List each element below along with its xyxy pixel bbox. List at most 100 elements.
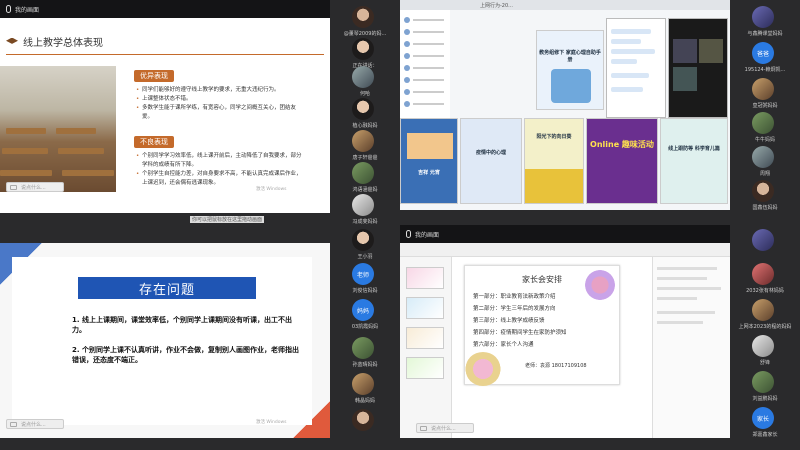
participant[interactable]: 舒锋 xyxy=(734,333,796,367)
participant[interactable]: 何哈 xyxy=(334,64,396,98)
participant[interactable]: 王小羽 xyxy=(334,227,396,261)
participant[interactable]: 2032张有林妈妈 xyxy=(734,261,796,295)
participant[interactable]: 老师 刘俊信妈妈 xyxy=(334,261,396,295)
camera-icon xyxy=(420,426,427,431)
poster: 教务组修下 家庭心理自助手册 xyxy=(536,30,604,110)
browser-tab[interactable]: 上网行为-20... xyxy=(400,0,730,10)
video-tile-top-right[interactable]: 上网行为-20... 教务组修下 家庭心理自助手册 吉祥 元宵 疫情中的心理 阳… xyxy=(400,0,800,225)
participant[interactable]: 韩晶妈妈 xyxy=(334,371,396,405)
avatar xyxy=(752,299,774,321)
slide-thumbnail[interactable] xyxy=(406,357,444,379)
participant[interactable] xyxy=(334,407,396,441)
participant[interactable]: 与鑫腾课堂妈妈 xyxy=(734,4,796,38)
chat-input[interactable]: 说点什么... xyxy=(6,419,64,429)
slide-thumbnail[interactable] xyxy=(406,327,444,349)
avatar xyxy=(752,112,774,134)
mic-icon xyxy=(6,5,11,13)
classroom-image xyxy=(0,66,116,192)
poster: 吉祥 元宵 xyxy=(400,118,458,204)
avatar xyxy=(352,6,374,28)
tile-header: 我的画面 xyxy=(400,225,730,243)
shared-slide: 线上教学总体表现 优异表现 同学们能够好的遵守线上教学的要求，无重大违纪行为。 … xyxy=(0,18,330,213)
avatar xyxy=(752,6,774,28)
chat-window xyxy=(606,18,666,118)
chat-input[interactable]: 说点什么... xyxy=(6,182,64,192)
poster: 阳光下的向日葵 xyxy=(524,118,584,204)
participant[interactable]: 家长 郑嘉鑫家长 xyxy=(734,405,796,439)
avatar xyxy=(752,335,774,357)
participant[interactable]: 孙蓝晴妈妈 xyxy=(334,335,396,369)
document-title: 家长会安排 xyxy=(522,275,562,284)
good-list: 同学们能够好的遵守线上教学的要求，无重大违纪行为。 上课整体状态不错。 多数学生… xyxy=(136,86,306,122)
editor-toolbar[interactable] xyxy=(400,243,730,257)
poster: Online 趣味活动 xyxy=(586,118,658,204)
shared-slide: 存在问题 1. 线上上课期间，课堂效率低，个别同学上课期间没有听课，出工不出力。… xyxy=(0,243,330,438)
chat-input[interactable]: 说点什么... xyxy=(416,423,474,433)
avatar xyxy=(752,263,774,285)
bad-label: 不良表现 xyxy=(134,136,174,148)
avatar xyxy=(752,146,774,168)
participant-list: 2032张有林妈妈 上网本2023的程的妈妈 舒锋 刘益鹏妈妈 家长 郑嘉鑫家长 xyxy=(730,225,800,450)
participant-list: 与鑫腾课堂妈妈 爸爸 195124-赖炯凯... 皇冠粥妈妈 牛牛妈妈 周翔 国鑫… xyxy=(730,0,800,225)
participant[interactable]: 妈妈 03凯霞妈妈 xyxy=(334,297,396,331)
participant[interactable]: 上网本2023的程的妈妈 xyxy=(734,297,796,331)
slide-thumbnail[interactable] xyxy=(406,267,444,289)
mic-icon xyxy=(406,230,411,238)
shared-screen: 上网行为-20... 教务组修下 家庭心理自助手册 吉祥 元宵 疫情中的心理 阳… xyxy=(400,0,730,210)
avatar xyxy=(352,337,374,359)
avatar xyxy=(352,162,374,184)
participant[interactable]: 皇冠粥妈妈 xyxy=(734,76,796,110)
avatar xyxy=(352,66,374,88)
slide-content: 存在问题 1. 线上上课期间，课堂效率低，个别同学上课期间没有听课，出工不出力。… xyxy=(12,257,312,425)
video-tile-top-left[interactable]: 我的画面 线上教学总体表现 优异表现 同学们能够好的遵守线上教学的要求，无重大违… xyxy=(0,0,400,225)
issue-item: 1. 线上上课期间，课堂效率低，个别同学上课期间没有听课，出工不出力。 xyxy=(72,316,292,334)
participant[interactable]: 国鑫伍妈妈 xyxy=(734,178,796,212)
slide-thumbnails xyxy=(400,257,452,438)
participant[interactable]: 牛牛妈妈 xyxy=(734,110,796,144)
shared-document: 家长会安排 第一部分：职业教育法新政策介绍 第二部分：学生三年后的发展方向 第三… xyxy=(400,243,730,438)
avatar xyxy=(752,78,774,100)
camera-icon xyxy=(10,185,17,190)
participant[interactable]: 唐子轩爸爸 xyxy=(334,128,396,162)
avatar xyxy=(352,130,374,152)
participant[interactable] xyxy=(734,227,796,261)
bad-list: 个别同学学习效率低，线上课开前后，主动降低了自我要求，部分学科的成绩有所下降。 … xyxy=(136,152,306,188)
avatar xyxy=(352,194,374,216)
avatar: 老师 xyxy=(352,263,374,285)
participant-list: 王小羽 老师 刘俊信妈妈 妈妈 03凯霞妈妈 孙蓝晴妈妈 韩晶妈妈 xyxy=(330,225,400,450)
avatar xyxy=(752,180,774,202)
participant[interactable]: 周翔 xyxy=(734,144,796,178)
avatar xyxy=(352,38,374,60)
graduation-cap-icon xyxy=(6,37,18,44)
watermark: 激活 Windows xyxy=(256,187,287,192)
divider xyxy=(6,54,324,55)
avatar: 家长 xyxy=(752,407,774,429)
tile-header: 我的画面 xyxy=(0,0,330,18)
avatar xyxy=(352,409,374,431)
camera-icon xyxy=(10,422,17,427)
side-panel xyxy=(652,257,730,438)
avatar xyxy=(752,371,774,393)
slide-thumbnail[interactable] xyxy=(406,297,444,319)
participant[interactable]: 鸿语涵爸妈 xyxy=(334,160,396,194)
video-tile-bottom-left[interactable]: 存在问题 1. 线上上课期间，课堂效率低，个别同学上课期间没有听课，出工不出力。… xyxy=(0,225,400,450)
participant[interactable]: 植心融妈妈 xyxy=(334,96,396,130)
participant-list: @董琴2009的妈... 正在讲话： 何哈 植心融妈妈 唐子轩爸爸 鸿语涵爸妈 … xyxy=(330,0,400,225)
slide-banner: 存在问题 xyxy=(78,277,256,299)
poster: 疫情中的心理 xyxy=(460,118,522,204)
tile-label: 我的画面 xyxy=(15,6,40,14)
tile-label: 我的画面 xyxy=(415,231,440,239)
drag-hint: 你可以把鼠标放在这里拖动画面 xyxy=(190,216,265,223)
document-page: 家长会安排 第一部分：职业教育法新政策介绍 第二部分：学生三年后的发展方向 第三… xyxy=(464,265,620,386)
issue-item: 2. 个别同学上课不认真听讲，作业不会做，复制别人画图作业，老师指出错误，还态度… xyxy=(72,346,299,364)
watermark: 激活 Windows xyxy=(256,420,287,425)
participant[interactable]: 刘益鹏妈妈 xyxy=(734,369,796,403)
participant[interactable]: 爸爸 195124-赖炯凯... xyxy=(734,40,796,74)
slide-title: 线上教学总体表现 xyxy=(6,34,103,49)
participant[interactable]: 冯成斐妈妈 xyxy=(334,192,396,225)
avatar xyxy=(752,229,774,251)
avatar: 妈妈 xyxy=(352,299,374,321)
video-tile-bottom-right[interactable]: 我的画面 家长会安排 第一部分：职业教育法新政策介绍 第二部分：学生三年后的发展… xyxy=(400,225,800,450)
video-window xyxy=(668,18,728,118)
participant[interactable]: @董琴2009的妈... xyxy=(334,4,396,38)
